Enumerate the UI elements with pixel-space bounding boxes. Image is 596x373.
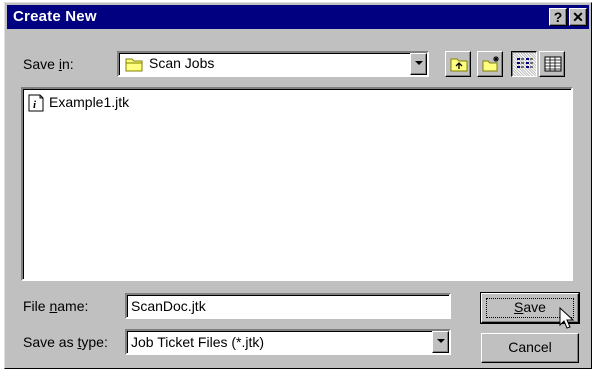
save-as-type-dropdown-button[interactable] <box>432 331 449 353</box>
save-in-value: Scan Jobs <box>149 55 215 71</box>
save-button-label: Save <box>514 299 546 315</box>
job-ticket-file-icon: i <box>28 94 44 112</box>
save-in-dropdown[interactable]: Scan Jobs <box>117 51 429 77</box>
cancel-button[interactable]: Cancel <box>481 333 579 363</box>
new-folder-icon <box>482 56 499 72</box>
list-view-button[interactable] <box>511 51 537 77</box>
dialog-title: Create New <box>13 8 97 25</box>
mouse-cursor-icon <box>559 307 575 329</box>
save-as-type-label: Save as type: <box>23 334 108 350</box>
list-view-icon <box>517 58 533 68</box>
up-folder-icon <box>450 58 468 72</box>
details-view-icon <box>544 56 562 72</box>
details-view-button[interactable] <box>539 51 565 77</box>
save-as-type-value: Job Ticket Files (*.jtk) <box>131 334 265 350</box>
save-in-label: Save in: <box>23 56 74 72</box>
save-as-type-dropdown[interactable]: Job Ticket Files (*.jtk) <box>125 329 451 355</box>
save-in-dropdown-button[interactable] <box>410 53 427 75</box>
create-new-folder-button[interactable] <box>477 51 503 77</box>
close-icon: ✕ <box>572 9 584 25</box>
folder-icon <box>125 58 143 72</box>
up-one-level-button[interactable] <box>445 51 471 77</box>
file-name-input[interactable]: ScanDoc.jtk <box>125 293 451 319</box>
file-list[interactable]: i Example1.jtk <box>21 87 573 281</box>
file-name-text: Example1.jtk <box>49 94 130 110</box>
title-bar[interactable]: Create New ? ✕ <box>7 5 589 29</box>
help-icon: ? <box>553 9 563 25</box>
file-name-value: ScanDoc.jtk <box>131 298 206 314</box>
create-new-dialog: Create New ? ✕ Save in: Scan Jobs i Exam… <box>4 2 592 369</box>
help-button[interactable]: ? <box>549 8 567 26</box>
file-name-label: File name: <box>23 298 89 314</box>
cancel-button-label: Cancel <box>508 339 552 355</box>
close-button[interactable]: ✕ <box>569 8 587 26</box>
